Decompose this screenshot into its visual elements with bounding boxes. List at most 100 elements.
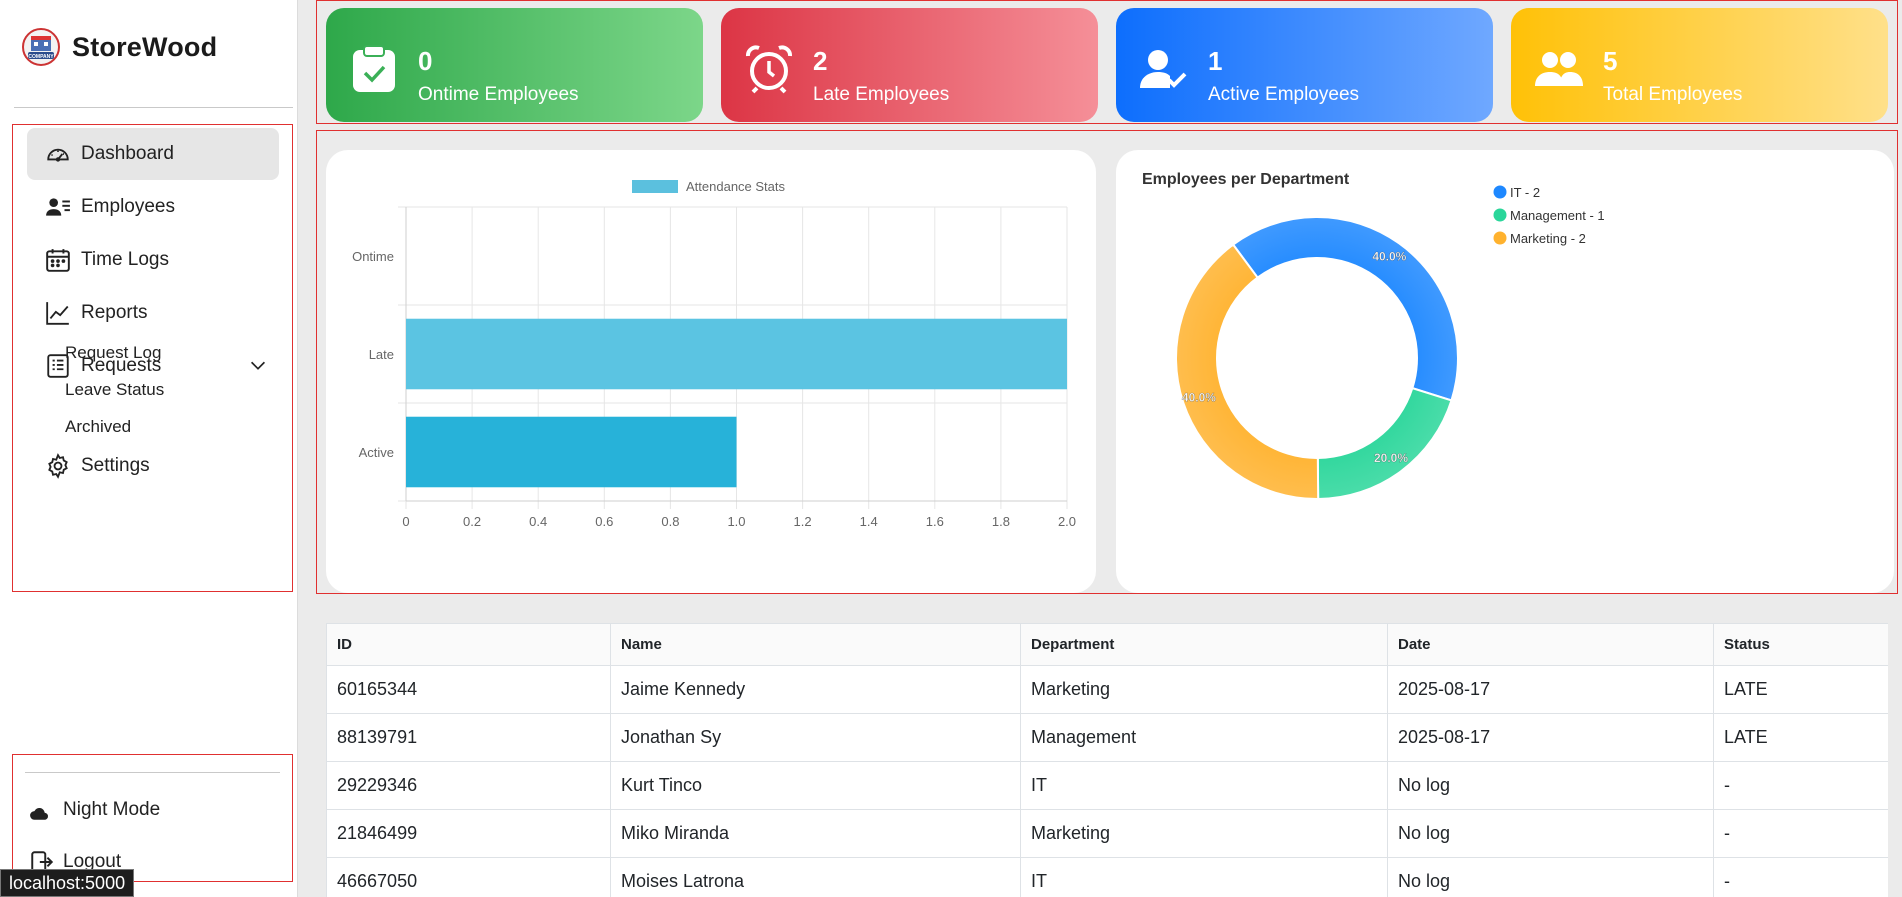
col-header-date[interactable]: Date [1387, 623, 1714, 666]
department-chart-panel: Employees per Department 40.0% 20.0% 40.0% I… [1116, 150, 1894, 593]
speedometer-icon [47, 148, 69, 162]
department-doughnut-chart[interactable]: Employees per Department 40.0% 20.0% 40.0% I… [1116, 150, 1894, 593]
night-mode-toggle[interactable]: Night Mode [29, 797, 160, 823]
user-check-icon [1140, 50, 1187, 88]
card-label: Late Employees [813, 84, 950, 105]
nav-item-employees[interactable]: Employees [27, 181, 279, 233]
card-label: Active Employees [1208, 84, 1360, 105]
cell-date: 2025-08-17 [1387, 665, 1714, 714]
users-icon [1535, 52, 1583, 86]
x-tick-label: 1.6 [926, 514, 944, 529]
cell-date: No log [1387, 761, 1714, 810]
legend-label: Marketing - 2 [1510, 231, 1586, 246]
charts-section: Attendance Stats 0 0.2 0.4 0.6 0.8 1.0 1.2 1.4 1.… [316, 130, 1898, 594]
cell-name: Jaime Kennedy [610, 665, 1021, 714]
nav-item-settings[interactable]: Settings [27, 440, 279, 492]
legend-label: Management - 1 [1510, 208, 1605, 223]
sub-nav-archived[interactable]: Archived [65, 417, 131, 437]
y-tick-label: Ontime [352, 249, 394, 264]
col-header-status[interactable]: Status [1713, 623, 1888, 666]
cell-name: Miko Miranda [610, 809, 1021, 858]
bar-late [406, 318, 1067, 390]
nav-item-time-logs[interactable]: Time Logs [27, 234, 279, 286]
x-tick-label: 0.6 [595, 514, 613, 529]
table-row[interactable]: 60165344 Jaime Kennedy Marketing 2025-08… [326, 665, 1888, 714]
col-header-name[interactable]: Name [610, 623, 1021, 666]
line-chart-icon [46, 302, 69, 325]
card-total[interactable]: 5 Total Employees [1511, 8, 1888, 122]
card-label: Total Employees [1603, 84, 1743, 105]
col-header-department[interactable]: Department [1020, 623, 1388, 666]
x-tick-label: 0 [402, 514, 409, 529]
legend-dot [1493, 231, 1507, 245]
legend-label: Attendance Stats [686, 179, 786, 194]
card-value: 0 [418, 46, 433, 76]
attendance-table: ID Name Department Date Status 60165344 … [326, 623, 1888, 897]
brand[interactable]: COMPANY StoreWood [22, 28, 217, 66]
attendance-bar-chart[interactable]: Attendance Stats 0 0.2 0.4 0.6 0.8 1.0 1.2 1.4 1.… [326, 150, 1096, 593]
cell-status: - [1713, 857, 1888, 897]
chart-title: Employees per Department [1142, 171, 1350, 188]
cell-date: 2025-08-17 [1387, 713, 1714, 762]
moon-cloud-icon [30, 799, 51, 820]
nav-label: Dashboard [81, 143, 174, 164]
x-tick-label: 1.4 [860, 514, 878, 529]
cell-date: No log [1387, 857, 1714, 897]
attendance-chart-panel: Attendance Stats 0 0.2 0.4 0.6 0.8 1.0 1.2 1.4 1.… [326, 150, 1096, 593]
cell-status: LATE [1713, 665, 1888, 714]
svg-text:COMPANY: COMPANY [28, 54, 54, 60]
cell-status: LATE [1713, 713, 1888, 762]
cell-status: - [1713, 809, 1888, 858]
x-tick-label: 2.0 [1058, 514, 1076, 529]
bottom-nav: Night Mode Logout [12, 754, 293, 882]
nav-label: Employees [81, 196, 175, 217]
table-row[interactable]: 21846499 Miko Miranda Marketing No log - [326, 809, 1888, 858]
card-value: 1 [1208, 46, 1223, 76]
x-tick-label: 0.4 [529, 514, 547, 529]
card-ontime[interactable]: 0 Ontime Employees [326, 8, 703, 122]
table-header-row: ID Name Department Date Status [326, 623, 1888, 666]
nav-label: Settings [81, 455, 150, 476]
table-row[interactable]: 88139791 Jonathan Sy Management 2025-08-… [326, 713, 1888, 762]
night-mode-label: Night Mode [63, 799, 161, 820]
cell-department: IT [1020, 761, 1388, 810]
company-logo-icon: COMPANY [22, 28, 60, 66]
cell-department: Marketing [1020, 809, 1388, 858]
sub-nav-request-log[interactable]: Request Log [65, 343, 161, 363]
cell-department: Management [1020, 713, 1388, 762]
cell-date: No log [1387, 809, 1714, 858]
cell-name: Moises Latrona [610, 857, 1021, 897]
slice-it [1231, 216, 1459, 402]
gear-icon [48, 453, 68, 479]
nav-item-reports[interactable]: Reports [27, 287, 279, 339]
cell-id: 60165344 [326, 665, 611, 714]
y-tick-label: Active [359, 445, 394, 460]
slice-marketing [1175, 243, 1320, 500]
x-tick-label: 1.8 [992, 514, 1010, 529]
card-value: 2 [813, 46, 828, 76]
legend-dot [1493, 185, 1507, 199]
x-tick-label: 0.8 [661, 514, 679, 529]
card-value: 5 [1603, 46, 1618, 76]
cell-name: Jonathan Sy [610, 713, 1021, 762]
x-tick-label: 1.2 [794, 514, 812, 529]
slice-management [1316, 386, 1453, 501]
attendance-table-container: ID Name Department Date Status 60165344 … [326, 623, 1888, 897]
col-header-id[interactable]: ID [326, 623, 611, 666]
cell-id: 88139791 [326, 713, 611, 762]
table-row[interactable]: 46667050 Moises Latrona IT No log - [326, 857, 1888, 897]
chevron-down-icon[interactable] [247, 354, 269, 376]
card-label: Ontime Employees [418, 84, 579, 105]
x-tick-label: 1.0 [727, 514, 745, 529]
clipboard-check-icon [353, 45, 395, 92]
status-bar-url: localhost:5000 [0, 869, 135, 897]
sidebar: COMPANY StoreWood Dashboard Employees Ti… [0, 0, 298, 897]
cell-id: 29229346 [326, 761, 611, 810]
card-late[interactable]: 2 Late Employees [721, 8, 1098, 122]
nav-label: Reports [81, 302, 148, 323]
card-active[interactable]: 1 Active Employees [1116, 8, 1493, 122]
nav-item-dashboard[interactable]: Dashboard [27, 128, 279, 180]
sub-nav-leave-status[interactable]: Leave Status [65, 380, 164, 400]
cell-status: - [1713, 761, 1888, 810]
table-row[interactable]: 29229346 Kurt Tinco IT No log - [326, 761, 1888, 810]
